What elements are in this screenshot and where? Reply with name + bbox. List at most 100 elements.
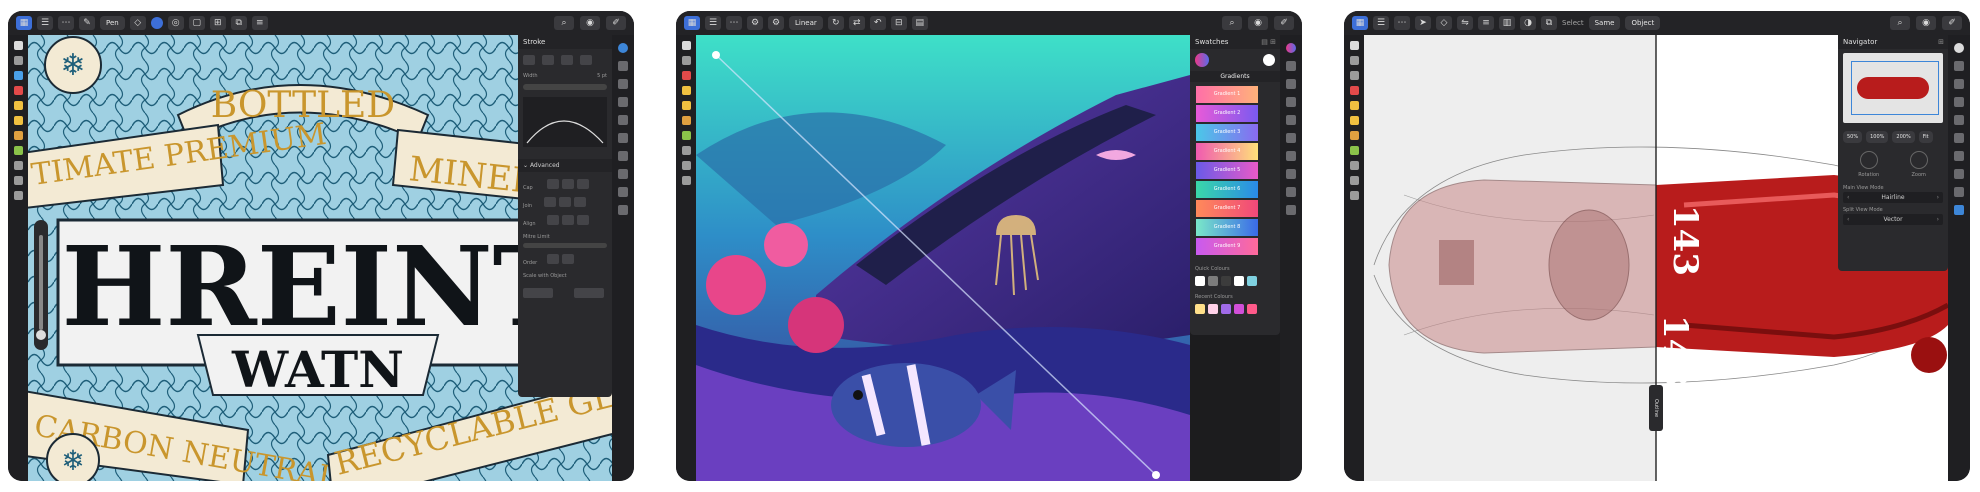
recent-colour-swatch[interactable] xyxy=(1221,304,1231,314)
view-icon[interactable]: ◉ xyxy=(580,16,600,30)
stroke-solid-icon[interactable] xyxy=(542,55,554,65)
split-view-mode-select[interactable]: ‹ Vector › xyxy=(1843,214,1943,225)
current-stroke-swatch[interactable] xyxy=(1263,54,1275,66)
flip-icon[interactable]: ⇋ xyxy=(1457,16,1473,30)
menu-icon[interactable]: ☰ xyxy=(705,16,721,30)
group-icon[interactable]: ⧉ xyxy=(1541,16,1557,30)
layers-studio-icon[interactable] xyxy=(618,97,628,107)
pen-tool-left-icon[interactable] xyxy=(13,101,23,110)
view-icon[interactable]: ◉ xyxy=(1248,16,1268,30)
transform-studio-icon[interactable] xyxy=(618,169,628,179)
search-icon[interactable]: ⌕ xyxy=(1890,16,1910,30)
red-tool-icon[interactable] xyxy=(1349,86,1359,95)
pencil-tool-icon[interactable] xyxy=(681,101,691,110)
stroke-studio-icon[interactable] xyxy=(618,79,628,89)
crop-tool-icon[interactable] xyxy=(13,176,23,185)
swatch-category[interactable]: Gradients xyxy=(1190,71,1280,82)
current-fill-swatch[interactable] xyxy=(1195,53,1209,67)
gradient-swatch[interactable]: Gradient 8 xyxy=(1196,219,1258,236)
node-tool-icon[interactable] xyxy=(13,56,23,65)
select-same-chip[interactable]: Same xyxy=(1588,16,1621,30)
styles-studio-icon[interactable] xyxy=(1286,133,1296,143)
fill-tool-icon[interactable] xyxy=(1349,71,1359,80)
gradient-swatch[interactable]: Gradient 4 xyxy=(1196,143,1258,160)
history-studio-icon[interactable] xyxy=(1954,187,1964,197)
menu-icon[interactable]: ☰ xyxy=(1373,16,1389,30)
gradient-tool-icon[interactable] xyxy=(681,131,691,140)
reverse-icon[interactable]: ⇄ xyxy=(848,16,865,30)
navigator-studio-icon[interactable] xyxy=(1286,205,1296,215)
pencil-tool-icon[interactable] xyxy=(13,116,23,125)
red-tool-icon[interactable] xyxy=(13,86,23,95)
color-studio-icon[interactable] xyxy=(618,43,628,53)
shape-tool-icon[interactable] xyxy=(1349,176,1359,185)
gear-icon[interactable]: ⚙ xyxy=(747,16,763,30)
navigator-preview[interactable] xyxy=(1843,53,1943,123)
styles-studio-icon[interactable] xyxy=(1954,133,1964,143)
stroke-studio-icon[interactable] xyxy=(1286,79,1296,89)
quick-colour-swatch[interactable] xyxy=(1234,276,1244,286)
history-studio-icon[interactable] xyxy=(618,187,628,197)
square-icon[interactable]: ▢ xyxy=(188,16,205,30)
search-icon[interactable]: ⌕ xyxy=(1222,16,1242,30)
main-view-mode-select[interactable]: ‹ Hairline › xyxy=(1843,192,1943,203)
width-slider[interactable] xyxy=(523,84,607,90)
layers-studio-icon[interactable] xyxy=(1286,97,1296,107)
settings-icon[interactable]: ⚙ xyxy=(768,16,784,30)
view-icon[interactable]: ◉ xyxy=(1916,16,1936,30)
gradient-swatch[interactable]: Gradient 3 xyxy=(1196,124,1258,141)
pointer-icon[interactable]: ➤ xyxy=(1415,16,1431,30)
gradient-swatch[interactable]: Gradient 1 xyxy=(1196,86,1258,103)
stroke-none-icon[interactable] xyxy=(523,55,535,65)
zoom-fit-button[interactable]: Fit xyxy=(1918,131,1933,143)
transform-studio-icon[interactable] xyxy=(1954,169,1964,179)
pen-tool-left-icon[interactable] xyxy=(681,86,691,95)
more-icon[interactable]: ⋯ xyxy=(58,16,74,30)
recent-colour-swatch[interactable] xyxy=(1234,304,1244,314)
search-icon[interactable]: ⌕ xyxy=(554,16,574,30)
node-icon[interactable]: ◇ xyxy=(129,16,146,30)
shape-tool-icon[interactable] xyxy=(13,191,23,200)
tool-mode-chip[interactable]: Pen xyxy=(100,16,125,30)
quick-colour-swatch[interactable] xyxy=(1221,276,1231,286)
color-studio-icon[interactable] xyxy=(1954,43,1964,53)
gradient-swatch[interactable]: Gradient 6 xyxy=(1196,181,1258,198)
recent-colour-swatch[interactable] xyxy=(1247,304,1257,314)
stroke-studio-icon[interactable] xyxy=(1954,79,1964,89)
menu-icon[interactable]: ☰ xyxy=(37,16,53,30)
zoom-50-button[interactable]: 50% xyxy=(1843,131,1863,143)
quick-colour-swatch[interactable] xyxy=(1208,276,1218,286)
pen-tool-left-icon[interactable] xyxy=(1349,101,1359,110)
gradient-swatch[interactable]: Gradient 9 xyxy=(1196,238,1258,255)
navigator-studio-icon[interactable] xyxy=(618,205,628,215)
zoom-100-button[interactable]: 100% xyxy=(1866,131,1889,143)
gradient-swatch[interactable]: Gradient 2 xyxy=(1196,105,1258,122)
copy-icon[interactable]: ⧉ xyxy=(230,16,247,30)
brush-icon[interactable]: ✐ xyxy=(1274,16,1294,30)
layers-studio-icon[interactable] xyxy=(1954,97,1964,107)
text-tool-icon[interactable] xyxy=(1349,191,1359,200)
transform-studio-icon[interactable] xyxy=(1286,169,1296,179)
recent-colour-swatch[interactable] xyxy=(1208,304,1218,314)
gradient-tool-icon[interactable] xyxy=(1349,146,1359,155)
document-icon[interactable]: ▤ xyxy=(911,16,928,30)
color-circle-icon[interactable] xyxy=(150,17,163,29)
crop-tool-icon[interactable] xyxy=(681,146,691,155)
node-tool-icon[interactable] xyxy=(681,56,691,65)
undo-icon[interactable]: ↶ xyxy=(869,16,886,30)
move-tool-icon[interactable] xyxy=(13,41,23,50)
gradient-swatch[interactable]: Gradient 7 xyxy=(1196,200,1258,217)
crop-tool-icon[interactable] xyxy=(1349,161,1359,170)
fill-bucket-icon[interactable] xyxy=(13,146,23,155)
gradient-mode-chip[interactable]: Linear xyxy=(789,16,823,30)
brushes-studio-icon[interactable] xyxy=(1954,61,1964,71)
effects-studio-icon[interactable] xyxy=(1954,115,1964,125)
brushes-studio-icon[interactable] xyxy=(618,61,628,71)
shape-tool-icon[interactable] xyxy=(681,161,691,170)
arrange-icon[interactable]: ▥ xyxy=(1499,16,1515,30)
select-object-chip[interactable]: Object xyxy=(1625,16,1661,30)
zoom-200-button[interactable]: 200% xyxy=(1892,131,1915,143)
app-grid-icon[interactable]: ▦ xyxy=(1352,16,1368,30)
text-studio-icon[interactable] xyxy=(1286,151,1296,161)
effects-studio-icon[interactable] xyxy=(1286,115,1296,125)
